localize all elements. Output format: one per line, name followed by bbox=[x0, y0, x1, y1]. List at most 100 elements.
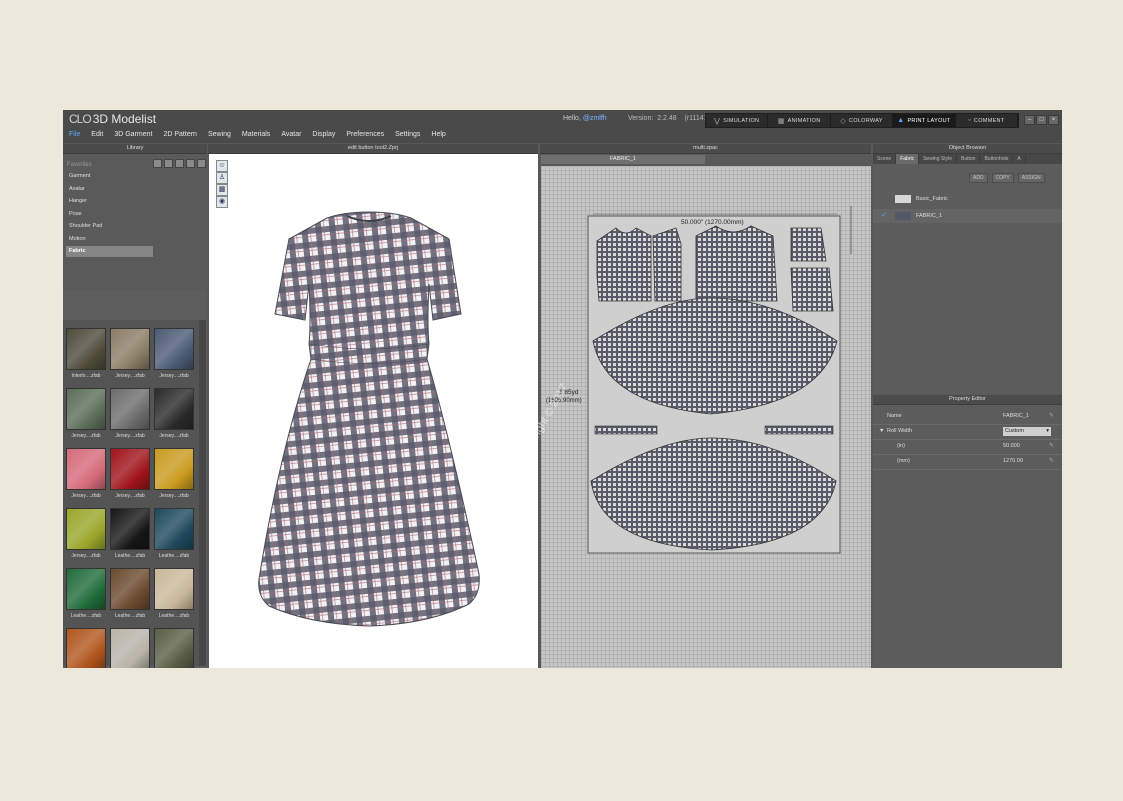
menu-3d-garment[interactable]: 3D Garment bbox=[108, 128, 152, 143]
menu-2d-pattern[interactable]: 2D Pattern bbox=[157, 128, 196, 143]
tab-button[interactable]: Button bbox=[957, 154, 981, 164]
library-scrollbar[interactable] bbox=[199, 320, 206, 666]
fabric-swatch bbox=[110, 388, 150, 430]
menu-settings[interactable]: Settings bbox=[389, 128, 420, 143]
fabric-thumbnail-label: Jersey....zfab bbox=[159, 373, 189, 379]
fabric-actions: ADD COPY ASSIGN bbox=[969, 173, 1045, 183]
copy-fabric-button[interactable]: COPY bbox=[991, 173, 1014, 183]
mode-animation[interactable]: ▦ ANIMATION bbox=[768, 114, 831, 127]
edit-icon[interactable]: ✎ bbox=[1049, 409, 1054, 424]
library-item-motion[interactable]: Motion bbox=[66, 234, 153, 245]
menu-preferences[interactable]: Preferences bbox=[340, 128, 384, 143]
library-item-shoulder-pad[interactable]: Shoulder Pad bbox=[66, 221, 153, 232]
tab-sewing-style[interactable]: Sewing Style bbox=[919, 154, 957, 164]
menu-display[interactable]: Display bbox=[306, 128, 335, 143]
menu-avatar[interactable]: Avatar bbox=[275, 128, 301, 143]
edit-icon[interactable] bbox=[175, 159, 184, 168]
fabric-thumbnail-label: Jersey....zfab bbox=[71, 493, 101, 499]
close-button[interactable]: × bbox=[1048, 115, 1059, 125]
fabric-thumbnail[interactable]: Jersey....zfab bbox=[66, 508, 106, 565]
menu-sewing[interactable]: Sewing bbox=[202, 128, 231, 143]
fabric-thumbnail[interactable]: Leathe....zfab bbox=[154, 628, 194, 668]
menu-edit[interactable]: Edit bbox=[85, 128, 103, 143]
fabric-thumbnail[interactable]: Jersey....zfab bbox=[154, 448, 194, 505]
fabric-thumbnail[interactable]: Leathe....zfab bbox=[110, 628, 150, 668]
fabric-row[interactable]: ✓ FABRIC_1 bbox=[873, 209, 1062, 223]
menu-file[interactable]: File bbox=[63, 128, 80, 143]
fabric-thumbnail[interactable]: Leathe....zfab bbox=[154, 568, 194, 625]
add-fabric-button[interactable]: ADD bbox=[969, 173, 988, 183]
fabric-thumbnail-label: Jersey....zfab bbox=[159, 493, 189, 499]
inches-value[interactable]: 50.000 bbox=[1003, 439, 1020, 454]
library-item-avatar[interactable]: Avatar bbox=[66, 184, 153, 195]
fabric-thumbnail[interactable]: Leathe....zfab bbox=[110, 568, 150, 625]
refresh-icon[interactable] bbox=[153, 159, 162, 168]
mode-colorway[interactable]: ◇ COLORWAY bbox=[831, 114, 894, 127]
menu-bar: File Edit 3D Garment 2D Pattern Sewing M… bbox=[63, 128, 1062, 143]
fabric-thumbnail[interactable]: Jersey....zfab bbox=[154, 328, 194, 385]
3d-viewport[interactable]: ☺ ♙ ▩ ◉ bbox=[209, 154, 538, 668]
fabric-thumbnail[interactable]: Leathe....zfab bbox=[154, 508, 194, 565]
fabric-thumbnail-label: Jersey....zfab bbox=[71, 433, 101, 439]
fabric-swatch bbox=[66, 448, 106, 490]
fabric-thumbnail[interactable]: Jersey....zfab bbox=[154, 388, 194, 445]
name-value[interactable]: FABRIC_1 bbox=[1003, 409, 1029, 424]
menu-help[interactable]: Help bbox=[425, 128, 445, 143]
library-tree: Favorites Garment Avatar Hanger Pose Sho… bbox=[63, 154, 207, 290]
back-icon[interactable] bbox=[186, 159, 195, 168]
expand-icon[interactable]: ▼ bbox=[879, 424, 884, 439]
add-folder-icon[interactable] bbox=[164, 159, 173, 168]
property-editor-panel: Property Editor Name FABRIC_1 ✎ ▼ Roll W… bbox=[873, 395, 1062, 668]
mode-print-layout[interactable]: ▲ PRINT LAYOUT bbox=[893, 114, 956, 127]
assign-fabric-button[interactable]: ASSIGN bbox=[1017, 173, 1045, 183]
print-layout-canvas[interactable]: 50.000" (1270.00mm) 1.85yd (1696.90mm) C… bbox=[517, 166, 871, 668]
fabric-thumbnail[interactable]: Leathe....zfab bbox=[110, 508, 150, 565]
edit-icon[interactable]: ✎ bbox=[1049, 439, 1054, 454]
tab-buttonhole[interactable]: Buttonhole bbox=[980, 154, 1014, 164]
version-info: Version: 2.2.48 (r11141) bbox=[628, 115, 710, 122]
username-link[interactable]: @zmlfh bbox=[583, 115, 607, 122]
mode-switcher: ⋁ SIMULATION ▦ ANIMATION ◇ COLORWAY ▲ PRINT … bbox=[705, 113, 1019, 128]
fabric-thumbnail-label: Leathe....zfab bbox=[158, 613, 190, 619]
fabric-thumbnail[interactable]: Leathe....zfab bbox=[66, 568, 106, 625]
fabric-thumbnail[interactable]: Jersey....zfab bbox=[110, 388, 150, 445]
3d-window-title: edit button tool2.Zprj bbox=[208, 144, 538, 154]
library-item-pose[interactable]: Pose bbox=[66, 209, 153, 220]
fabric-swatch bbox=[895, 195, 911, 203]
tab-more[interactable]: A bbox=[1013, 154, 1026, 164]
delete-icon[interactable] bbox=[197, 159, 206, 168]
fabric-tab[interactable]: FABRIC_1 bbox=[541, 155, 705, 164]
fabric-thumbnail[interactable]: Jersey....zfab bbox=[110, 448, 150, 505]
mm-value[interactable]: 1270.00 bbox=[1003, 454, 1023, 469]
object-browser-panel: Object Browser Scene Fabric Sewing Style… bbox=[873, 144, 1062, 394]
mode-comment[interactable]: ▫ COMMENT bbox=[956, 114, 1019, 127]
fabric-swatch bbox=[66, 328, 106, 370]
menu-materials[interactable]: Materials bbox=[236, 128, 270, 143]
library-toolbar bbox=[153, 159, 206, 168]
fabric-thumbnail[interactable]: Jersey....zfab bbox=[110, 328, 150, 385]
mode-simulation[interactable]: ⋁ SIMULATION bbox=[706, 114, 769, 127]
edit-icon[interactable]: ✎ bbox=[1049, 454, 1054, 469]
fabric-swatch bbox=[895, 212, 911, 220]
library-item-hanger[interactable]: Hanger bbox=[66, 196, 153, 207]
library-item-fabric[interactable]: Fabric bbox=[66, 246, 153, 257]
fabric-thumbnail[interactable]: Jersey....zfab bbox=[66, 388, 106, 445]
maximize-button[interactable]: □ bbox=[1036, 115, 1047, 125]
fabric-thumbnail[interactable]: Interlo....zfab bbox=[66, 328, 106, 385]
tab-scene[interactable]: Scene bbox=[873, 154, 897, 164]
fabric-thumbnail-label: Jersey....zfab bbox=[115, 433, 145, 439]
fabric-thumbnail-label: Jersey....zfab bbox=[115, 493, 145, 499]
fabric-thumbnail[interactable]: Jersey....zfab bbox=[66, 448, 106, 505]
fabric-name: Basic_Fabric bbox=[916, 196, 948, 202]
roll-width-dropdown[interactable]: Custom ▾ bbox=[1003, 427, 1051, 436]
minimize-button[interactable]: – bbox=[1024, 115, 1035, 125]
fabric-swatch bbox=[66, 388, 106, 430]
check-icon: ✓ bbox=[881, 212, 887, 219]
library-item-garment[interactable]: Garment bbox=[66, 171, 153, 182]
fabric-swatch bbox=[154, 448, 194, 490]
2d-pattern-window: multi.zpac FABRIC_1 50.000" (1270.00mm) … bbox=[517, 144, 871, 668]
fabric-swatch bbox=[154, 388, 194, 430]
fabric-thumbnail[interactable]: Leathe....zfab bbox=[66, 628, 106, 668]
tab-fabric[interactable]: Fabric bbox=[896, 154, 920, 164]
fabric-row[interactable]: Basic_Fabric bbox=[873, 192, 1062, 206]
